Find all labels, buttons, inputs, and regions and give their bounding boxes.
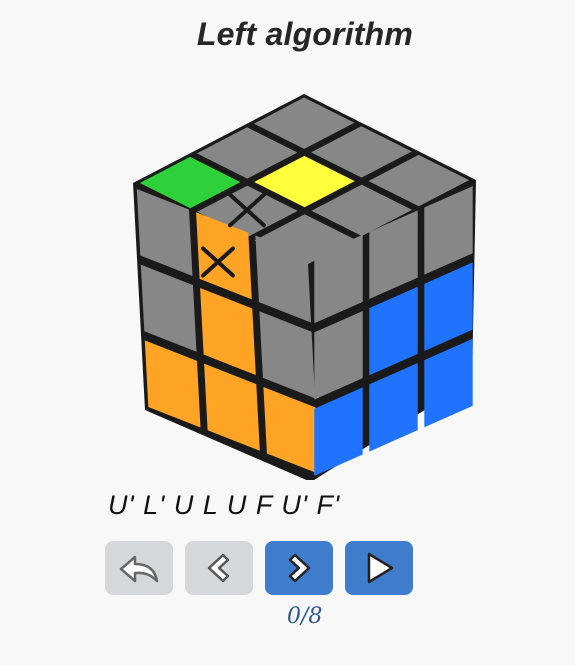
chevron-right-icon xyxy=(288,553,311,583)
rubiks-cube-illustration[interactable] xyxy=(0,0,575,482)
progress-counter: 0/8 xyxy=(287,604,323,629)
reset-button[interactable] xyxy=(105,541,173,595)
play-icon xyxy=(367,552,394,584)
play-button[interactable] xyxy=(345,541,413,595)
algorithm-text: U' L' U L U F U' F' xyxy=(108,490,341,520)
step-back-button[interactable] xyxy=(185,541,253,595)
chevron-left-icon xyxy=(207,553,230,583)
cube-view[interactable] xyxy=(0,0,575,485)
undo-arrow-icon xyxy=(119,555,159,583)
step-forward-button[interactable] xyxy=(265,541,333,595)
